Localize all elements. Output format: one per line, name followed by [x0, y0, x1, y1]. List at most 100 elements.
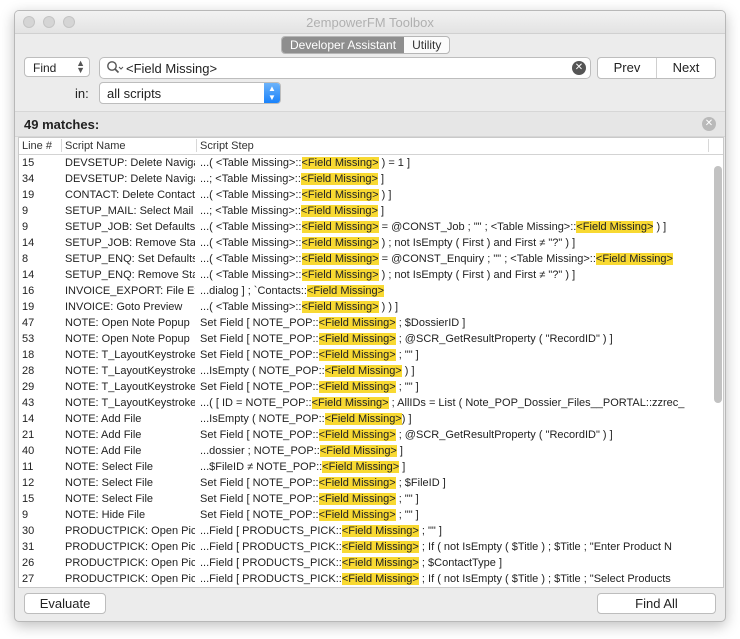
table-row[interactable]: 31 PRODUCTPICK: Open Picker ...Field [ PRO…: [19, 539, 709, 555]
script-step-cell: Set Field [ NOTE_POP::<Field Missing> ; …: [200, 509, 419, 521]
find-mode-popup[interactable]: Find ▲ ▼: [24, 57, 90, 77]
toolbox-window: 2empowerFM Toolbox Developer Assistant U…: [14, 10, 726, 622]
match-count: 49 matches:: [24, 117, 100, 132]
search-field[interactable]: <Field Missing> ✕: [99, 57, 591, 79]
prev-button[interactable]: Prev: [598, 58, 657, 78]
line-number-cell: 18: [22, 349, 35, 361]
line-number-cell: 26: [22, 557, 35, 569]
line-number-cell: 12: [22, 477, 35, 489]
scope-label: in:: [75, 86, 89, 101]
script-name-cell: NOTE: Add File: [65, 429, 142, 441]
table-row[interactable]: 21 NOTE: Add File Set Field [ NOTE_POP::<F…: [19, 427, 709, 443]
clear-results-icon[interactable]: ✕: [702, 117, 716, 131]
table-row[interactable]: 53 NOTE: Open Note Popup Set Field [ NOTE_…: [19, 331, 709, 347]
table-row[interactable]: 19 CONTACT: Delete Contact ...( <Table Mis…: [19, 187, 709, 203]
results-table[interactable]: Line # Script Name Script Step 15 DEVSETU…: [18, 137, 724, 588]
script-name-cell: NOTE: Select File: [65, 477, 154, 489]
table-row[interactable]: 14 NOTE: Add File ...IsEmpty ( NOTE_POP::<…: [19, 411, 709, 427]
clear-search-icon[interactable]: ✕: [572, 61, 586, 75]
line-number-cell: 14: [22, 413, 35, 425]
line-number-cell: 15: [22, 493, 35, 505]
column-header-script-name[interactable]: Script Name: [65, 139, 126, 153]
line-number-cell: 47: [22, 317, 35, 329]
table-row[interactable]: 27 PRODUCTPICK: Open Picker ...Field [ PRO…: [19, 571, 709, 587]
table-row[interactable]: 14 SETUP_JOB: Remove Status ...( <Table Mi…: [19, 235, 709, 251]
line-number-cell: 31: [22, 541, 35, 553]
script-name-cell: NOTE: Hide File: [65, 509, 146, 521]
script-name-cell: SETUP_JOB: Set Defaults: [65, 221, 195, 233]
script-name-cell: DEVSETUP: Delete Navigation: [65, 173, 195, 185]
prev-next-control: Prev Next: [597, 57, 716, 79]
line-number-cell: 43: [22, 397, 35, 409]
vertical-scrollbar[interactable]: [714, 166, 722, 403]
column-divider[interactable]: [61, 139, 62, 152]
script-step-cell: ...( <Table Missing>::<Field Missing> ) …: [200, 157, 411, 169]
script-step-cell: Set Field [ NOTE_POP::<Field Missing> ; …: [200, 381, 419, 393]
table-row[interactable]: 11 NOTE: Select File ...$FileID ≠ NOTE_POP…: [19, 459, 709, 475]
script-step-cell: ...; <Table Missing>::<Field Missing> ]: [200, 205, 385, 217]
table-row[interactable]: 34 DEVSETUP: Delete Navigation ...; <Table…: [19, 171, 709, 187]
table-row[interactable]: 19 INVOICE: Goto Preview ...( <Table Missi…: [19, 299, 709, 315]
next-button[interactable]: Next: [657, 58, 715, 78]
script-step-cell: ...( <Table Missing>::<Field Missing> ) …: [200, 237, 576, 249]
search-row: Find ▲ ▼ <Field Missing> ✕ Prev Next: [15, 57, 725, 79]
script-step-cell: Set Field [ NOTE_POP::<Field Missing> ; …: [200, 477, 446, 489]
table-row[interactable]: 30 PRODUCTPICK: Open Picker ...Field [ PRO…: [19, 523, 709, 539]
column-header-line[interactable]: Line #: [22, 139, 52, 153]
up-down-arrows-icon: ▲ ▼: [76, 58, 85, 75]
table-row[interactable]: 47 NOTE: Open Note Popup Set Field [ NOTE_…: [19, 315, 709, 331]
table-row[interactable]: 14 SETUP_ENQ: Remove Status ...( <Table Mi…: [19, 267, 709, 283]
column-divider[interactable]: [196, 139, 197, 152]
script-name-cell: NOTE: Add File: [65, 445, 142, 457]
script-name-cell: SETUP_ENQ: Set Defaults: [65, 253, 195, 265]
script-step-cell: ...Field [ PRODUCTS_PICK::<Field Missing…: [200, 541, 672, 553]
scope-popup[interactable]: all scripts ▲ ▼: [99, 82, 281, 104]
script-step-cell: Set Field [ NOTE_POP::<Field Missing> ; …: [200, 317, 466, 329]
script-name-cell: SETUP_JOB: Remove Status: [65, 237, 195, 249]
scope-value: all scripts: [107, 86, 162, 101]
table-row[interactable]: 9 SETUP_JOB: Set Defaults ...( <Table Miss…: [19, 219, 709, 235]
line-number-cell: 21: [22, 429, 35, 441]
line-number-cell: 9: [22, 509, 29, 521]
script-name-cell: NOTE: T_LayoutKeystroke: [65, 381, 195, 393]
table-row[interactable]: 15 NOTE: Select File Set Field [ NOTE_POP:…: [19, 491, 709, 507]
line-number-cell: 9: [22, 205, 29, 217]
script-name-cell: NOTE: T_LayoutKeystroke: [65, 365, 195, 377]
tab-developer-assistant[interactable]: Developer Assistant: [282, 37, 405, 53]
column-divider[interactable]: [708, 139, 709, 152]
table-header: Line # Script Name Script Step: [19, 138, 723, 155]
line-number-cell: 19: [22, 301, 35, 313]
table-row[interactable]: 18 NOTE: T_LayoutKeystroke Set Field [ NOT…: [19, 347, 709, 363]
scope-row: in: all scripts ▲ ▼: [15, 81, 725, 105]
script-step-cell: ...; <Table Missing>::<Field Missing> ]: [200, 173, 385, 185]
script-name-cell: NOTE: T_LayoutKeystroke: [65, 397, 195, 409]
table-row[interactable]: 9 NOTE: Hide File Set Field [ NOTE_POP::<F…: [19, 507, 709, 523]
tab-bar: Developer Assistant Utility: [15, 34, 725, 54]
table-row[interactable]: 29 NOTE: T_LayoutKeystroke Set Field [ NOT…: [19, 379, 709, 395]
table-row[interactable]: 40 NOTE: Add File ...dossier ; NOTE_POP::<…: [19, 443, 709, 459]
evaluate-button[interactable]: Evaluate: [24, 593, 106, 614]
table-row[interactable]: 26 PRODUCTPICK: Open Picker ...Field [ PRO…: [19, 555, 709, 571]
script-step-cell: Set Field [ NOTE_POP::<Field Missing> ; …: [200, 493, 419, 505]
window-title: 2empowerFM Toolbox: [306, 15, 434, 30]
search-input-value[interactable]: <Field Missing>: [126, 61, 217, 76]
column-header-script-step[interactable]: Script Step: [200, 139, 254, 153]
table-row[interactable]: 9 SETUP_MAIL: Select Mail ...; <Table Miss…: [19, 203, 709, 219]
table-row[interactable]: 15 DEVSETUP: Delete Navigation ...( <Table…: [19, 155, 709, 171]
line-number-cell: 53: [22, 333, 35, 345]
script-name-cell: INVOICE_EXPORT: File Export: [65, 285, 195, 297]
line-number-cell: 40: [22, 445, 35, 457]
table-row[interactable]: 16 INVOICE_EXPORT: File Export ...dialog ]…: [19, 283, 709, 299]
line-number-cell: 29: [22, 381, 35, 393]
line-number-cell: 28: [22, 365, 35, 377]
script-step-cell: ...( <Table Missing>::<Field Missing> ) …: [200, 269, 576, 281]
tab-utility[interactable]: Utility: [404, 37, 449, 53]
script-step-cell: ...( <Table Missing>::<Field Missing> = …: [200, 221, 667, 233]
script-step-cell: Set Field [ NOTE_POP::<Field Missing> ; …: [200, 429, 613, 441]
table-row[interactable]: 28 NOTE: T_LayoutKeystroke ...IsEmpty ( NO…: [19, 363, 709, 379]
find-all-button[interactable]: Find All: [597, 593, 716, 614]
table-row[interactable]: 43 NOTE: T_LayoutKeystroke ...( [ ID = NOT…: [19, 395, 709, 411]
table-row[interactable]: 8 SETUP_ENQ: Set Defaults ...( <Table Miss…: [19, 251, 709, 267]
search-icon: [107, 61, 124, 74]
table-row[interactable]: 12 NOTE: Select File Set Field [ NOTE_POP:…: [19, 475, 709, 491]
